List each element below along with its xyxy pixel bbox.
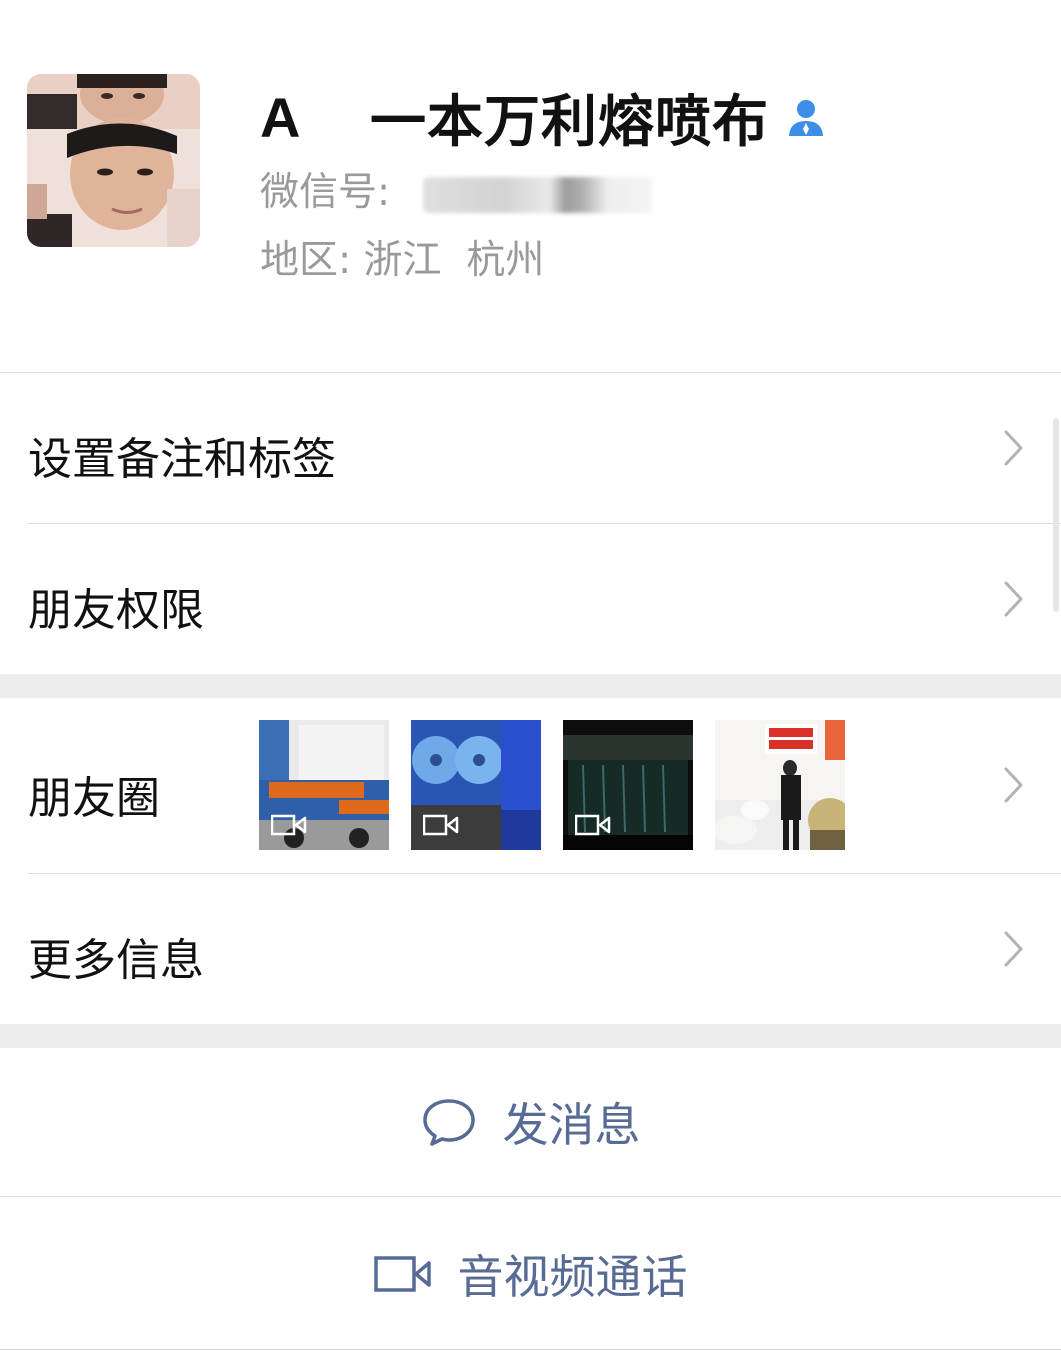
- display-name-row: A 一本万利熔喷布: [260, 84, 827, 155]
- set-remark-and-tags-row[interactable]: 设置备注和标签: [0, 373, 1061, 523]
- moments-thumbnail: [563, 720, 693, 850]
- region-label: 地区:: [260, 238, 364, 283]
- chevron-right-icon: [1004, 581, 1023, 617]
- moments-thumbnail: [411, 720, 541, 850]
- send-message-button[interactable]: 发消息: [0, 1048, 1061, 1196]
- region-value: 浙江 杭州: [363, 238, 545, 283]
- friend-permissions-label: 朋友权限: [28, 585, 204, 636]
- name-prefix: A: [260, 85, 301, 149]
- moments-thumbnail: [715, 720, 845, 850]
- divider: [0, 1349, 1061, 1350]
- section-gap: [0, 1024, 1061, 1048]
- wechat-id-line: 微信号: kong: [260, 168, 653, 218]
- set-remark-label: 设置备注和标签: [28, 434, 336, 485]
- moments-thumbnail: [259, 720, 389, 850]
- more-info-label: 更多信息: [28, 935, 204, 986]
- chevron-right-icon: [1004, 767, 1023, 803]
- send-message-label: 发消息: [502, 1098, 641, 1152]
- moments-thumbnails: [259, 720, 845, 850]
- video-camera-icon: [373, 1255, 431, 1292]
- avatar-image: [27, 74, 200, 247]
- chat-bubble-icon: [422, 1099, 475, 1146]
- video-call-button[interactable]: 音视频通话: [0, 1197, 1061, 1350]
- video-camera-icon: [575, 814, 611, 836]
- wechat-id-value-blurred: kong: [422, 176, 653, 213]
- video-camera-icon: [271, 814, 307, 836]
- friend-permissions-row[interactable]: 朋友权限: [0, 524, 1061, 674]
- avatar[interactable]: [27, 74, 200, 247]
- chevron-right-icon: [1004, 430, 1023, 466]
- moments-label: 朋友圈: [28, 773, 160, 824]
- scrollbar[interactable]: [1053, 418, 1059, 612]
- wechat-id-label: 微信号:: [260, 170, 403, 215]
- section-gap: [0, 674, 1061, 698]
- more-info-row[interactable]: 更多信息: [0, 874, 1061, 1024]
- person-sign-photo: [715, 720, 845, 850]
- display-name: 一本万利熔喷布: [370, 89, 769, 155]
- video-call-label: 音视频通话: [457, 1249, 688, 1304]
- chevron-right-icon: [1004, 931, 1023, 967]
- moments-row[interactable]: 朋友圈: [0, 698, 1061, 873]
- profile-header: A 一本万利熔喷布 微信号: kong 地区: 浙江 杭州: [0, 0, 1061, 372]
- region-line: 地区: 浙江 杭州: [260, 236, 544, 286]
- video-camera-icon: [423, 814, 459, 836]
- user-male-icon: [785, 96, 827, 138]
